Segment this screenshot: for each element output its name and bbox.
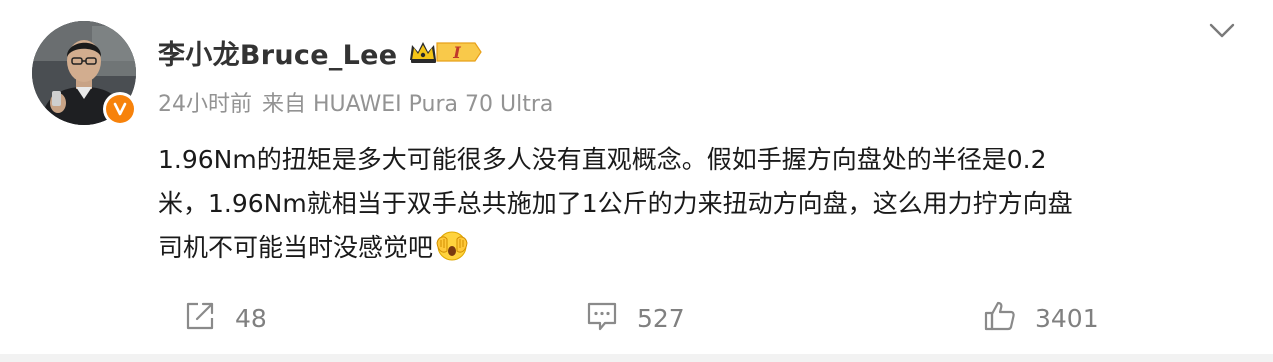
avatar[interactable] [32, 21, 137, 126]
shocked-face-emoji [435, 229, 469, 263]
post-content-line-1: 1.96Nm的扭矩是多大可能很多人没有直观概念。假如手握方向盘处的半径是0.2 [158, 145, 1047, 174]
repost-count: 48 [235, 303, 267, 333]
member-level: I [453, 43, 462, 62]
post-content-line-3: 司机不可能当时没感觉吧 [158, 226, 1243, 270]
post-time[interactable]: 24小时前 [158, 92, 252, 117]
author-row: 李小龙Bruce_Lee I [158, 33, 483, 72]
weibo-post-card: 李小龙Bruce_Lee I 24小时前 来自 HUAWEI Pura 70 Ul… [0, 0, 1273, 362]
chevron-down-icon[interactable] [1206, 20, 1238, 42]
crown-member-badge-icon[interactable]: I [407, 37, 483, 67]
verified-v-badge-icon [106, 95, 134, 123]
source-prefix: 来自 [262, 92, 307, 117]
comment-count: 527 [637, 303, 685, 333]
like-count: 3401 [1035, 303, 1099, 333]
action-bar: 48 527 3401 [0, 296, 1273, 340]
card-divider [0, 354, 1273, 362]
verified-badge [103, 92, 137, 126]
author-name[interactable]: 李小龙Bruce_Lee [158, 33, 397, 72]
comment-icon[interactable] [585, 299, 619, 337]
thumbs-up-icon[interactable] [983, 299, 1017, 337]
post-content-line-2: 米，1.96Nm就相当于双手总共施加了1公斤的力来扭动方向盘，这么用力拧方向盘 [158, 189, 1073, 218]
post-content: 1.96Nm的扭矩是多大可能很多人没有直观概念。假如手握方向盘处的半径是0.2 … [158, 138, 1243, 270]
post-content-line-3-text: 司机不可能当时没感觉吧 [158, 233, 434, 262]
post-source[interactable]: HUAWEI Pura 70 Ultra [313, 92, 553, 117]
comment-button[interactable]: 527 [585, 296, 685, 340]
like-button[interactable]: 3401 [983, 296, 1099, 340]
post-meta: 24小时前 来自 HUAWEI Pura 70 Ultra [158, 86, 553, 118]
repost-button[interactable]: 48 [183, 296, 267, 340]
share-icon[interactable] [183, 299, 217, 337]
